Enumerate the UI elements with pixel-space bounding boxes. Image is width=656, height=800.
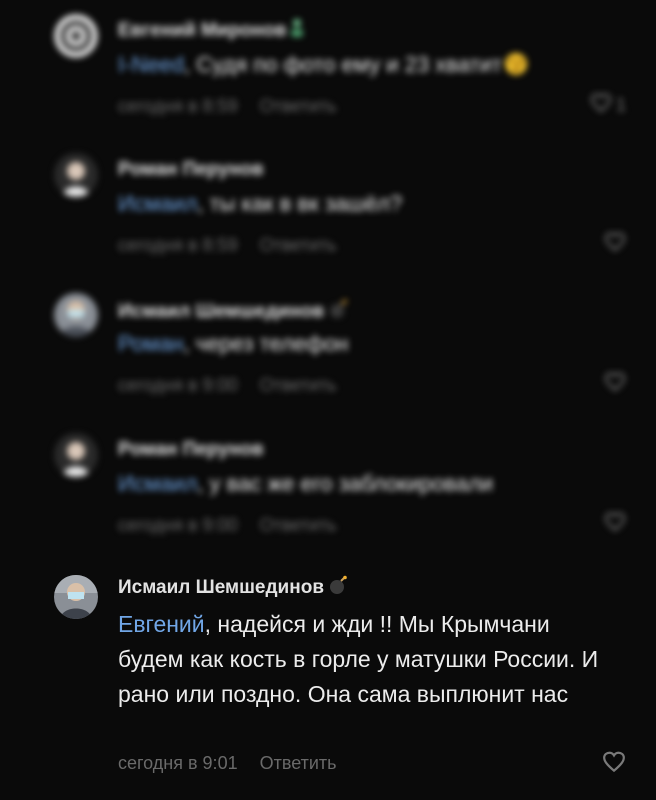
comment-meta: сегодня в 9:01 Ответить: [118, 753, 337, 774]
comment: Исмаил Шемшединов Роман, через телефон с…: [0, 285, 656, 425]
reply-button[interactable]: Ответить: [260, 235, 337, 255]
avatar[interactable]: [54, 575, 98, 619]
like-button[interactable]: [602, 751, 626, 778]
mention-link[interactable]: Исмаил: [118, 471, 197, 496]
bomb-icon: [328, 575, 348, 601]
mention-link[interactable]: Роман: [118, 331, 183, 356]
comment-time: сегодня в 8:59: [118, 235, 238, 255]
comment-author[interactable]: Исмаил Шемшединов: [118, 575, 348, 601]
heart-icon: [604, 512, 626, 537]
like-button[interactable]: [604, 232, 626, 257]
comment-text: Исмаил, у вас же его заблокировали: [118, 471, 494, 496]
comment-text: Исмаил, ты как в вк зашёл?: [118, 191, 403, 216]
reply-button[interactable]: Ответить: [260, 515, 337, 535]
comment-time: сегодня в 9:00: [118, 375, 238, 395]
comment-text: Роман, через телефон: [118, 331, 349, 356]
reply-button[interactable]: Ответить: [260, 96, 337, 116]
comment: Исмаил Шемшединов Евгений, надейся и жди…: [0, 565, 656, 800]
like-button[interactable]: [604, 512, 626, 537]
comment: Роман Перунов Исмаил, ты как в вк зашёл?…: [0, 145, 656, 285]
reply-button[interactable]: Ответить: [260, 753, 337, 773]
bomb-icon: [328, 299, 348, 325]
mention-link[interactable]: Исмаил: [118, 191, 197, 216]
mention-link[interactable]: Евгений: [118, 611, 205, 637]
avatar[interactable]: [54, 153, 98, 197]
heart-icon: [602, 751, 626, 778]
person-badge-icon: [290, 18, 304, 44]
comment-time: сегодня в 9:00: [118, 515, 238, 535]
comment-meta: сегодня в 9:00 Ответить: [118, 375, 337, 396]
heart-icon: [590, 93, 612, 118]
comment-meta: сегодня в 9:00 Ответить: [118, 515, 337, 536]
comment-author[interactable]: Евгений Миронов: [118, 18, 304, 44]
reply-button[interactable]: Ответить: [260, 375, 337, 395]
comment-time: сегодня в 8:59: [118, 96, 238, 116]
comment-meta: сегодня в 8:59 Ответить: [118, 96, 337, 117]
like-button[interactable]: [604, 372, 626, 397]
heart-icon: [604, 372, 626, 397]
comment-text: Евгений, надейся и жди !! Мы Крымчани бу…: [118, 611, 599, 707]
comment-author[interactable]: Исмаил Шемшединов: [118, 299, 348, 325]
comment-meta: сегодня в 8:59 Ответить: [118, 235, 337, 256]
like-count: 1: [615, 95, 626, 115]
comment-text: I-Need, Судя по фото ему и 23 хватит: [118, 50, 616, 84]
comment-thread: Евгений Миронов I-Need, Судя по фото ему…: [0, 0, 656, 800]
avatar[interactable]: [54, 433, 98, 477]
avatar[interactable]: [54, 293, 98, 337]
comment: Евгений Миронов I-Need, Судя по фото ему…: [0, 0, 656, 145]
like-button[interactable]: 1: [590, 93, 626, 118]
comment-author[interactable]: Роман Перунов: [118, 159, 264, 181]
mention-link[interactable]: I-Need: [118, 52, 184, 77]
comment-time: сегодня в 9:01: [118, 753, 238, 773]
heart-icon: [604, 232, 626, 257]
avatar[interactable]: [54, 14, 98, 58]
dizzy-face-emoji: [504, 52, 528, 84]
comment-author[interactable]: Роман Перунов: [118, 439, 264, 461]
comment: Роман Перунов Исмаил, у вас же его забло…: [0, 425, 656, 565]
